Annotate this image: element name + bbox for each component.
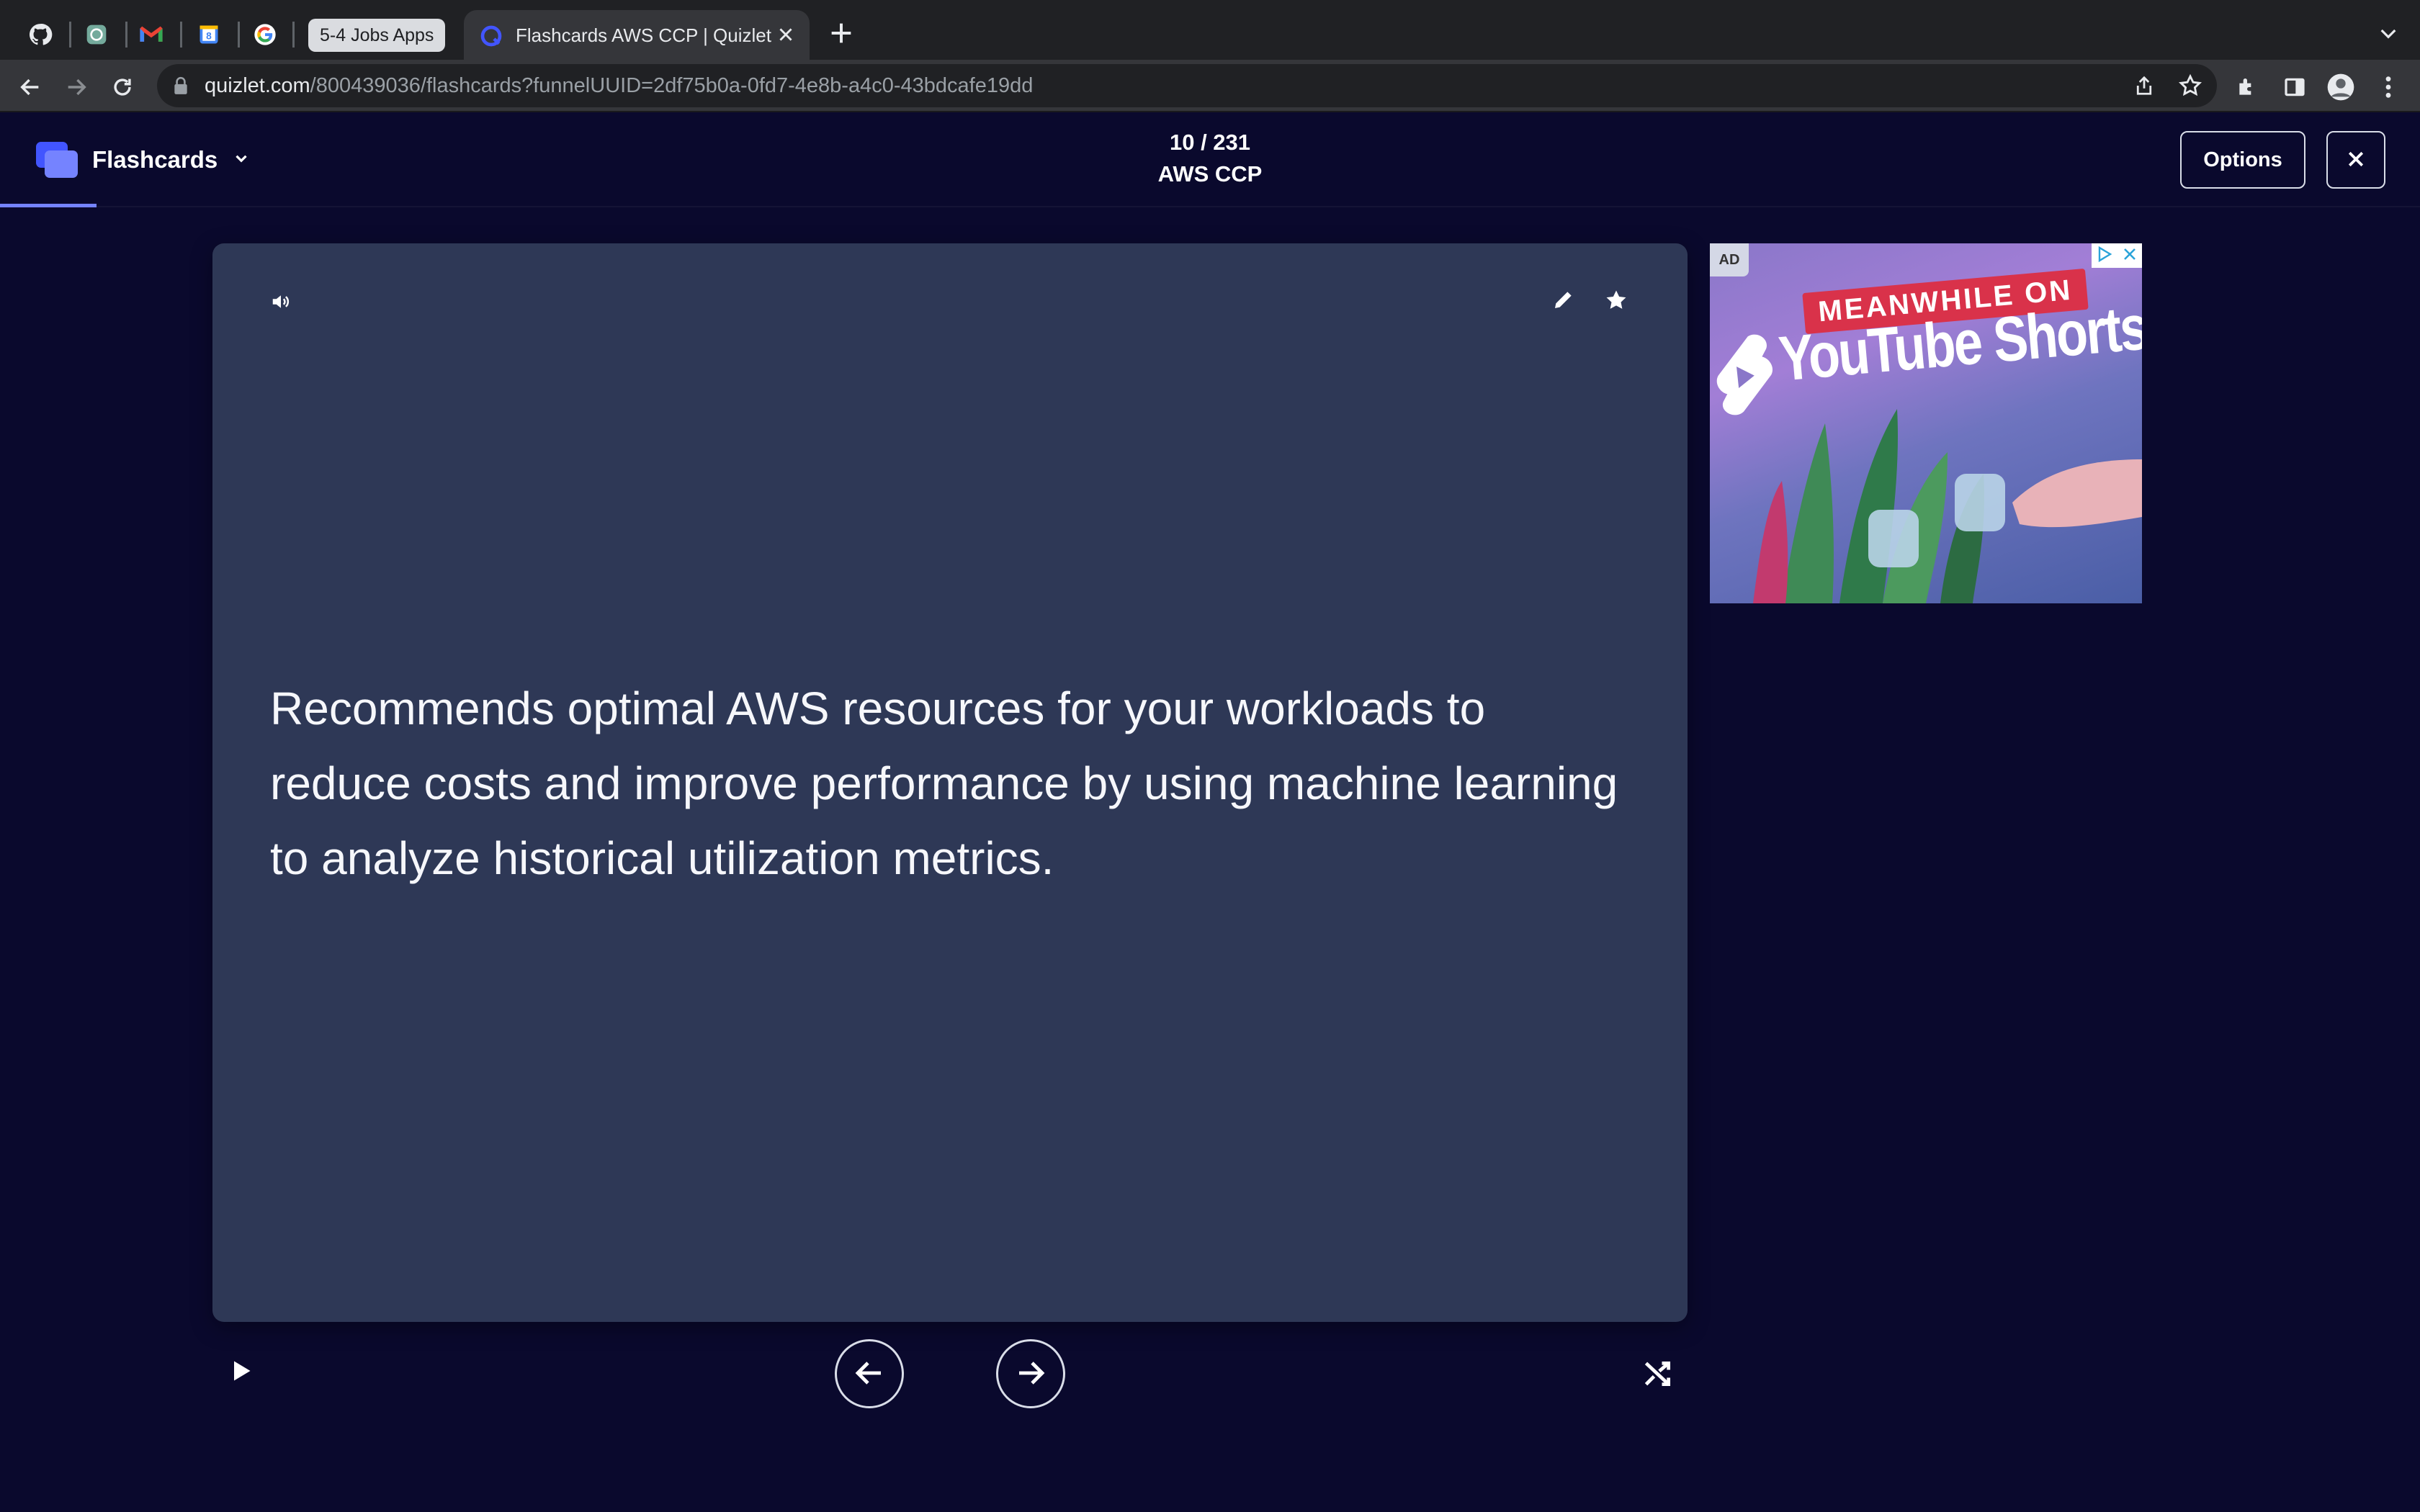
tab-separator bbox=[180, 22, 182, 48]
profile-avatar[interactable] bbox=[2326, 73, 2355, 102]
options-button[interactable]: Options bbox=[2180, 131, 2305, 189]
active-browser-tab[interactable]: Flashcards AWS CCP | Quizlet bbox=[464, 10, 810, 60]
svg-text:8: 8 bbox=[206, 30, 212, 41]
flashcards-mode-icon bbox=[36, 142, 78, 178]
lock-icon[interactable] bbox=[173, 76, 189, 99]
bookmark-star-icon[interactable] bbox=[2178, 73, 2202, 102]
audio-speaker-icon[interactable] bbox=[270, 291, 292, 316]
set-title: AWS CCP bbox=[1157, 161, 1263, 186]
star-icon[interactable] bbox=[1604, 288, 1628, 316]
tab-group-chip[interactable]: 5-4 Jobs Apps bbox=[308, 19, 446, 52]
gmail-icon[interactable] bbox=[135, 19, 167, 50]
card-progress-count: 10 / 231 bbox=[1169, 130, 1251, 155]
url-path: /800439036/flashcards?funnelUUID=2df75b0… bbox=[310, 74, 1034, 97]
extensions-puzzle-icon[interactable] bbox=[2233, 73, 2262, 102]
google-icon[interactable] bbox=[249, 19, 281, 50]
url-text: quizlet.com/800439036/flashcards?funnelU… bbox=[205, 74, 1033, 98]
url-host: quizlet.com bbox=[205, 74, 310, 97]
tab-search-chevron-icon[interactable] bbox=[2377, 22, 2400, 48]
progress-display: 10 / 231 AWS CCP bbox=[1066, 130, 1354, 187]
arrow-right-icon bbox=[1013, 1356, 1048, 1392]
study-header: Flashcards 10 / 231 AWS CCP Options bbox=[0, 114, 2420, 207]
adchoices-icon[interactable] bbox=[2096, 246, 2113, 266]
tab-separator bbox=[292, 22, 295, 48]
back-arrow-icon[interactable] bbox=[16, 73, 45, 102]
arrow-left-icon bbox=[852, 1356, 887, 1392]
new-tab-icon[interactable] bbox=[827, 19, 856, 51]
study-mode-dropdown[interactable]: Flashcards bbox=[36, 140, 251, 180]
autoplay-play-icon[interactable] bbox=[228, 1358, 254, 1387]
chevron-down-icon bbox=[232, 149, 251, 171]
edit-pencil-icon[interactable] bbox=[1552, 288, 1575, 315]
reload-icon[interactable] bbox=[108, 73, 137, 102]
youtube-shorts-logo-icon bbox=[1710, 329, 1780, 426]
previous-card-button[interactable] bbox=[835, 1339, 904, 1408]
github-icon[interactable] bbox=[24, 19, 56, 50]
calendar-icon[interactable]: 8 bbox=[193, 19, 225, 50]
address-bar[interactable]: quizlet.com/800439036/flashcards?funnelU… bbox=[157, 64, 2217, 107]
close-tab-icon[interactable] bbox=[776, 25, 795, 48]
advertisement-banner[interactable]: AD MEANWHILE ON YouTube Shorts bbox=[1710, 243, 2142, 603]
flashcard[interactable]: Recommends optimal AWS resources for you… bbox=[212, 243, 1688, 1322]
close-study-button[interactable] bbox=[2326, 131, 2385, 189]
openai-icon[interactable] bbox=[81, 19, 112, 50]
close-ad-icon[interactable] bbox=[2121, 246, 2138, 266]
quizlet-favicon-icon bbox=[480, 24, 503, 51]
browser-toolbar: quizlet.com/800439036/flashcards?funnelU… bbox=[0, 60, 2420, 112]
flashcard-text: Recommends optimal AWS resources for you… bbox=[270, 683, 1618, 884]
side-panel-icon[interactable] bbox=[2280, 73, 2309, 102]
close-icon bbox=[2345, 148, 2367, 172]
active-mode-underline bbox=[0, 204, 97, 207]
study-mode-label: Flashcards bbox=[92, 146, 218, 173]
tab-separator bbox=[238, 22, 240, 48]
browser-menu-icon[interactable] bbox=[2374, 73, 2403, 102]
next-card-button[interactable] bbox=[996, 1339, 1065, 1408]
share-icon[interactable] bbox=[2133, 74, 2155, 101]
forward-arrow-icon[interactable] bbox=[62, 73, 91, 102]
ad-label-badge: AD bbox=[1710, 243, 1749, 276]
active-tab-title: Flashcards AWS CCP | Quizlet bbox=[516, 24, 771, 46]
ad-choices[interactable] bbox=[2092, 243, 2142, 268]
browser-tab-strip: 8 5-4 Jobs Apps Flashcards AWS CCP | Qui… bbox=[0, 0, 2420, 60]
shuffle-icon[interactable] bbox=[1642, 1358, 1674, 1393]
tab-separator bbox=[125, 22, 127, 48]
tab-separator bbox=[69, 22, 71, 48]
